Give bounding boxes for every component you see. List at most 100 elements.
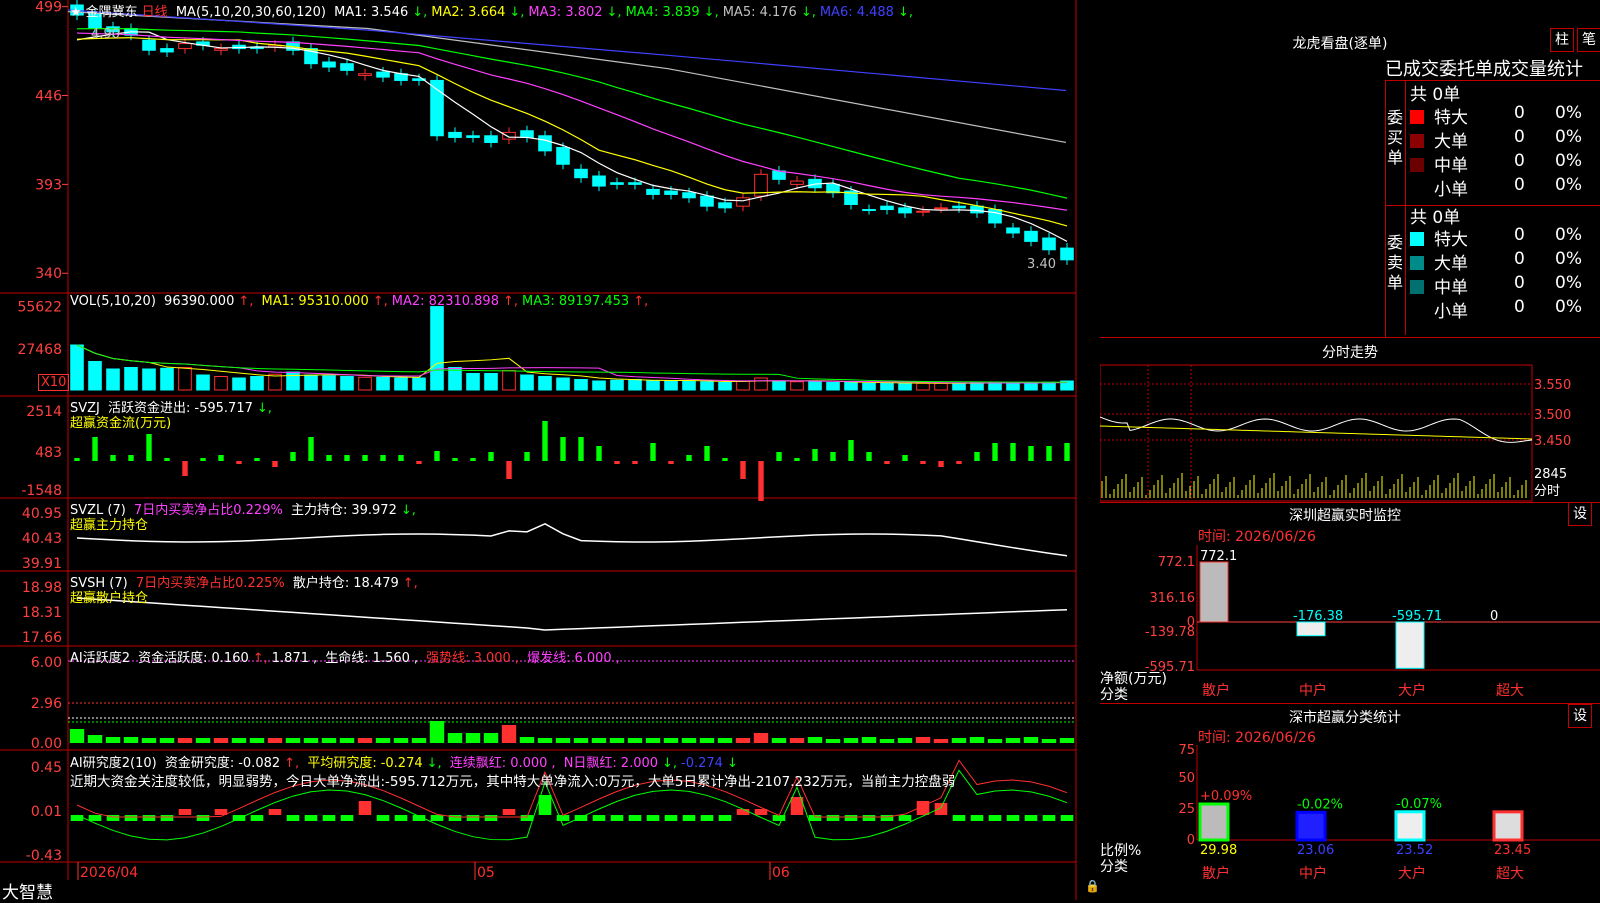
- svzj-bar: [956, 461, 962, 464]
- avg-label: 平均研究度:: [307, 756, 377, 771]
- candle-body: [628, 182, 642, 185]
- row-count: 0: [1514, 127, 1525, 147]
- ai-active-bar: [609, 738, 625, 743]
- svzj-bar: [668, 461, 674, 464]
- svzj-bar: [596, 446, 602, 461]
- row-count: 0: [1514, 175, 1525, 195]
- down-arrow-icon: ↓,: [426, 756, 442, 771]
- class-settings-button[interactable]: 设: [1568, 704, 1592, 728]
- research-bar: [502, 809, 516, 815]
- order-row-buy-rows-2: 中单 0 0%: [1410, 151, 1600, 176]
- research-tick-0: 0.45: [31, 760, 62, 776]
- up-arrow-icon: ↑,: [633, 294, 649, 309]
- svzj-bar: [920, 461, 926, 464]
- stock-name[interactable]: 金隅冀东: [86, 5, 138, 20]
- svzj-bar: [686, 455, 692, 461]
- research-bar: [952, 815, 966, 821]
- svzj-bar: [308, 437, 314, 461]
- ai-active-bar: [879, 739, 895, 743]
- color-square-icon: [1410, 134, 1424, 148]
- sz-bar-value-1: -176.38: [1293, 609, 1343, 624]
- volume-bar: [754, 377, 768, 391]
- svzj-tick-0: 2514: [26, 404, 62, 420]
- bar-mode-button[interactable]: 柱: [1550, 28, 1574, 52]
- stock-star: ★: [70, 5, 82, 20]
- research-bar: [250, 815, 264, 821]
- burst-label: 爆发线:: [527, 651, 571, 666]
- ma3-line: [76, 32, 1068, 211]
- candle-body: [322, 61, 336, 68]
- row-count: 0: [1514, 297, 1525, 317]
- ai-research-label: 资金研究度:: [164, 756, 235, 771]
- ai-active-bar: [987, 739, 1003, 743]
- research-bar: [340, 815, 354, 821]
- price-tick-2: 393: [35, 177, 62, 193]
- svsh-ratio: 7日内买卖净占比0.225%: [135, 576, 285, 591]
- volume-bar: [376, 376, 390, 391]
- svzj-bar: [848, 440, 854, 461]
- candle-body: [502, 131, 516, 140]
- svzj-bar: [1046, 446, 1052, 461]
- volume-bar: [232, 377, 246, 391]
- intraday-tick-0: 3.550: [1534, 378, 1571, 393]
- ai-active-bar: [573, 738, 589, 743]
- svzj-bar: [560, 437, 566, 461]
- research-bar: [592, 815, 606, 821]
- sz-bar-value-0: 772.1: [1200, 549, 1237, 564]
- ai-active-v1: 0.160: [211, 651, 249, 666]
- svzj-bar: [452, 458, 458, 461]
- class-chart: 75 50 25 0 +0.09% 29.98 散户 -0.02% 23.06 中户 -0.07% 2…: [1178, 743, 1600, 882]
- svzj-subtitle: 超赢资金流(万元): [70, 416, 172, 431]
- svzj-bar: [740, 461, 746, 479]
- class-bar-label-1: 中户: [1299, 865, 1327, 882]
- svsh-tick-1: 18.31: [22, 605, 62, 621]
- research-bar: [70, 815, 84, 821]
- candle-body: [574, 168, 588, 179]
- period-label[interactable]: 日线: [142, 5, 168, 20]
- x-label-2: 06: [772, 865, 790, 881]
- ai-tick-2: 0.00: [31, 736, 62, 752]
- intraday-title: 分时走势: [1322, 345, 1378, 361]
- candle-body: [952, 205, 966, 209]
- row-count: 0: [1514, 103, 1525, 123]
- candle-body: [898, 207, 912, 214]
- volume-bar: [574, 379, 588, 391]
- research-bar: [682, 815, 696, 821]
- intraday-chart[interactable]: 3.550 3.500 3.450 2845 分时: [1100, 360, 1600, 502]
- volume-bar: [196, 374, 210, 391]
- color-square-icon: [1410, 182, 1424, 196]
- research-bar: [304, 815, 318, 821]
- class-bar-value-2: 23.52: [1396, 843, 1433, 858]
- candle-body: [862, 209, 876, 212]
- svzj-bar: [92, 437, 98, 461]
- ma4-readout: MA4: 3.839: [625, 5, 700, 20]
- ai-active-bar: [231, 738, 247, 743]
- down-arrow-icon: ↓: [726, 756, 738, 771]
- x-label-0: 2026/04: [80, 865, 138, 881]
- sz-bar-2: [1395, 621, 1425, 669]
- ai-active-bar: [87, 735, 103, 743]
- stats-title: 已成交委托单成交量统计: [1385, 59, 1583, 80]
- ma-header: MA(5,10,20,30,60,120): [175, 5, 326, 20]
- class-bar-3: [1492, 810, 1524, 842]
- research-bar: [934, 803, 948, 815]
- svzj-bar: [488, 452, 494, 461]
- ai-active-bar: [591, 738, 607, 743]
- candle-body: [664, 190, 678, 195]
- row-label: 中单: [1434, 156, 1468, 176]
- volume-bar: [70, 344, 84, 391]
- lock-icon[interactable]: 🔒: [1085, 879, 1100, 893]
- volume-bar: [628, 379, 642, 391]
- svsh-tick-2: 17.66: [22, 630, 62, 646]
- volume-bar: [304, 374, 318, 391]
- pen-mode-button[interactable]: 笔: [1577, 28, 1600, 52]
- research-bar: [574, 815, 588, 821]
- research-bar: [826, 815, 840, 821]
- candle-body: [466, 135, 480, 138]
- candle-body: [556, 147, 570, 165]
- sz-monitor-chart: 772.1 316.16 0 -139.78 -595.71 772.1 散户 -176.38…: [1145, 545, 1600, 699]
- research-bar: [286, 815, 300, 821]
- sz-settings-button[interactable]: 设: [1568, 502, 1592, 526]
- svsh-label: 散户持仓:: [292, 576, 350, 591]
- svzj-bar: [254, 458, 260, 461]
